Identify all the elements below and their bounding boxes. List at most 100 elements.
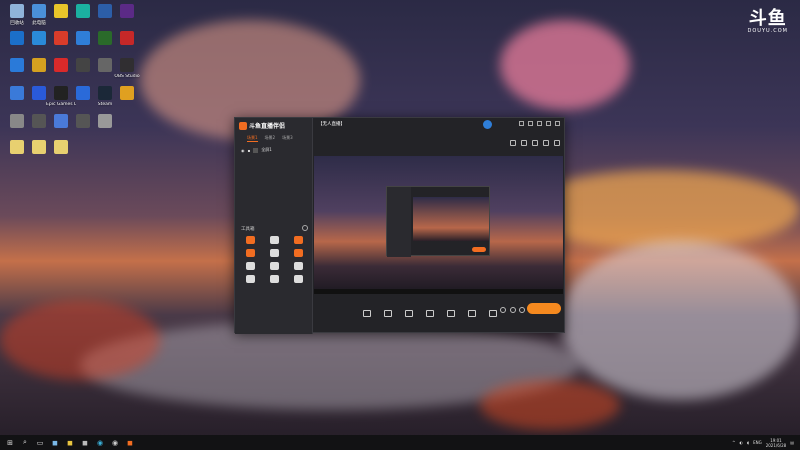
windows-start-icon[interactable]: ⊞ [5, 438, 15, 448]
toolbox-item[interactable] [262, 236, 286, 244]
avatar[interactable] [483, 120, 492, 129]
desktop-shortcut-label: Steam [97, 102, 113, 107]
desktop-shortcut[interactable] [91, 114, 119, 128]
layout-icon[interactable] [510, 140, 516, 146]
system-tray: ^ ◐ ◖ ENG 19:01 2021/6/28 ▤ [732, 435, 794, 450]
preview-taskbar [314, 289, 563, 294]
preview-toolbar [510, 140, 560, 146]
toolbox-item[interactable] [238, 249, 262, 257]
app-logo-text: 斗鱼直播伴侣 [249, 123, 286, 130]
minimize-icon[interactable] [537, 121, 542, 126]
settings-icon[interactable] [528, 121, 533, 126]
eye-icon[interactable]: ◉ [241, 148, 245, 153]
toolbox-item[interactable] [286, 236, 310, 244]
more-icon[interactable] [519, 307, 525, 313]
toolbar-icon [467, 309, 476, 317]
task-view-icon[interactable]: ▭ [35, 438, 45, 448]
app-icon [76, 86, 90, 100]
toolbox-item[interactable] [286, 275, 310, 283]
volume-icon[interactable]: ◖ [747, 440, 749, 445]
skin-icon[interactable] [519, 121, 524, 126]
language-indicator[interactable]: ENG [753, 440, 762, 445]
app-icon [10, 31, 24, 45]
search-icon[interactable]: ⌕ [20, 438, 30, 448]
gear-icon[interactable] [302, 225, 308, 231]
clock[interactable]: 19:01 2021/6/28 [766, 438, 787, 448]
toolbox-item[interactable] [238, 275, 262, 283]
desktop-shortcut[interactable] [47, 140, 75, 154]
app-icon [10, 114, 24, 128]
steam-icon[interactable]: ◉ [110, 438, 120, 448]
bottom-toolbar-item[interactable] [356, 309, 377, 317]
toolbox-item[interactable] [238, 262, 262, 270]
screenshot-icon[interactable] [543, 140, 549, 146]
douyu-watermark: 斗鱼 DOUYU.COM [748, 10, 789, 35]
nested-sidebar [387, 187, 411, 257]
toolbox-item[interactable] [262, 249, 286, 257]
tab-scene-1[interactable]: 场景1 [247, 135, 258, 142]
record-icon[interactable] [532, 140, 538, 146]
stream-preview[interactable] [314, 156, 563, 294]
scene-tabs: 场景1 场景2 场景3 [247, 135, 293, 142]
toolbox-item[interactable] [262, 275, 286, 283]
desktop-shortcut[interactable] [113, 31, 141, 45]
bottom-toolbar-item[interactable] [398, 309, 419, 317]
network-icon[interactable]: ◐ [739, 440, 743, 445]
streaming-app-window[interactable]: 斗鱼直播伴侣 场景1 场景2 场景3 ◉ ▪ 全屏1 工具箱 【无人直播】 [234, 117, 566, 334]
close-icon[interactable] [555, 121, 560, 126]
folder-icon [54, 140, 68, 154]
desktop-shortcut[interactable]: OBS Studio [113, 58, 141, 79]
wallpaper-lava [480, 380, 620, 430]
desktop-shortcut[interactable] [113, 86, 141, 100]
app-icon [10, 58, 24, 72]
desktop-shortcut-label: OBS Studio [114, 74, 140, 79]
app-icon [98, 114, 112, 128]
wallpaper-cloud [560, 240, 800, 400]
tool-icon [269, 262, 279, 270]
volume-icon[interactable] [510, 307, 516, 313]
start-live-button[interactable] [527, 303, 561, 314]
file-explorer-icon[interactable]: ◼ [65, 438, 75, 448]
app-main-area: 【无人直播】 [314, 118, 566, 334]
taskbar-app-icon[interactable]: ◼ [50, 438, 60, 448]
maximize-icon[interactable] [546, 121, 551, 126]
tool-icon [293, 249, 303, 257]
toolbox-item[interactable] [262, 262, 286, 270]
toolbar-icon [446, 309, 455, 317]
qq-icon [76, 58, 90, 72]
computer-icon [32, 4, 46, 18]
tab-scene-3[interactable]: 场景3 [282, 135, 293, 142]
app-logo: 斗鱼直播伴侣 [239, 121, 285, 130]
app-icon [32, 58, 46, 72]
edge-icon[interactable]: ◉ [95, 438, 105, 448]
taskbar-app-icon[interactable]: ◼ [80, 438, 90, 448]
app-icon [32, 86, 46, 100]
mic-icon[interactable] [500, 307, 506, 313]
douyu-app-icon[interactable]: ◼ [125, 438, 135, 448]
lock-icon[interactable] [521, 140, 527, 146]
toolbox-item[interactable] [286, 262, 310, 270]
bottom-toolbar-item[interactable] [440, 309, 461, 317]
folder-icon [10, 140, 24, 154]
source-thumbnail-icon [253, 147, 259, 153]
window-controls [519, 121, 560, 126]
tool-icon [245, 275, 255, 283]
share-icon[interactable] [554, 140, 560, 146]
lock-icon[interactable]: ▪ [248, 148, 251, 153]
room-title: 【无人直播】 [318, 122, 345, 127]
windows-taskbar: ⊞ ⌕ ▭ ◼ ◼ ◼ ◉ ◉ ◼ ^ ◐ ◖ ENG 19:01 2021/6… [0, 435, 800, 450]
scene-source-row[interactable]: ◉ ▪ 全屏1 [241, 147, 272, 153]
bottom-toolbar-item[interactable] [377, 309, 398, 317]
toolbox-item[interactable] [238, 236, 262, 244]
toolbox-item[interactable] [286, 249, 310, 257]
toolbox-grid [238, 236, 310, 283]
bottom-toolbar-item[interactable] [461, 309, 482, 317]
bottom-toolbar-item[interactable] [419, 309, 440, 317]
desktop-shortcut[interactable] [113, 4, 141, 18]
notification-icon[interactable]: ▤ [790, 440, 794, 445]
tab-scene-2[interactable]: 场景2 [265, 135, 276, 142]
desktop-shortcut-label: Epic Games Launcher [46, 102, 76, 107]
app-sidebar: 斗鱼直播伴侣 场景1 场景2 场景3 ◉ ▪ 全屏1 工具箱 [235, 118, 313, 334]
chevron-up-icon[interactable]: ^ [732, 440, 735, 445]
premiere-icon [120, 4, 134, 18]
